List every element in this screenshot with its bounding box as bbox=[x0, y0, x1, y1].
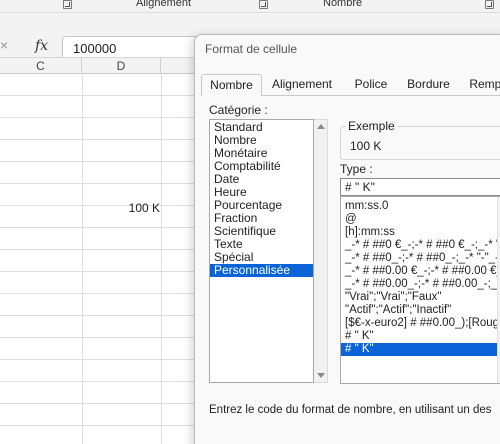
column-header-d[interactable]: D bbox=[82, 58, 161, 74]
hint-text: Entrez le code du format de nombre, en u… bbox=[209, 404, 492, 416]
type-label: Type : bbox=[340, 162, 373, 176]
category-item[interactable]: Personnalisée bbox=[210, 264, 313, 277]
function-icon[interactable]: fx bbox=[35, 38, 48, 54]
format-item[interactable]: _-* # ##0_-;-* # ##0_-;_-* "-"_-;_-@_- bbox=[341, 252, 499, 265]
format-item[interactable]: _-* # ##0.00 €_-;-* # ##0.00 €_-;_-* "-"… bbox=[341, 265, 499, 278]
scroll-down-icon[interactable] bbox=[317, 373, 325, 378]
ribbon-group-alignment: Alignement bbox=[136, 0, 192, 9]
format-item[interactable]: @ bbox=[341, 213, 499, 226]
format-items: mm:ss.0 @ [h]:mm:ss _-* # ##0 €_-;-* # ##0 … bbox=[341, 200, 499, 356]
format-item[interactable]: "Vrai";"Vrai";"Faux" bbox=[341, 291, 499, 304]
tab-border[interactable]: Bordure bbox=[401, 74, 456, 96]
sample-label: Exemple bbox=[346, 119, 397, 133]
category-scrollbar[interactable] bbox=[314, 119, 328, 383]
format-item[interactable]: mm:ss.0 bbox=[341, 200, 499, 213]
ribbon-strip: Alignement Nombre bbox=[0, 0, 500, 13]
tab-number[interactable]: Nombre bbox=[201, 74, 262, 97]
ribbon-group-number: Nombre bbox=[323, 0, 363, 9]
type-input[interactable]: # " K" bbox=[340, 178, 500, 196]
format-item[interactable]: _-* # ##0 €_-;-* # ##0 €_-;_-* "-" €_-;_… bbox=[341, 239, 499, 252]
format-item[interactable]: [h]:mm:ss bbox=[341, 226, 499, 239]
category-label: Catégorie : bbox=[209, 103, 268, 117]
dialog-launcher-icon[interactable] bbox=[63, 0, 72, 9]
cell-d-value[interactable]: 100 K bbox=[82, 201, 160, 215]
dialog-tabs: Nombre Alignement Police Bordure Remplis bbox=[201, 74, 500, 97]
scroll-up-icon[interactable] bbox=[317, 124, 325, 129]
dialog-title: Format de cellule bbox=[205, 42, 298, 56]
format-item[interactable]: # " K" bbox=[341, 330, 499, 343]
sample-value: 100 K bbox=[350, 139, 382, 153]
category-list[interactable]: Standard Nombre Monétaire Comptabilité Date H… bbox=[209, 119, 314, 383]
format-list[interactable]: mm:ss.0 @ [h]:mm:ss _-* # ##0 €_-;-* # ##0 … bbox=[340, 196, 500, 384]
gridline bbox=[82, 74, 83, 444]
number-launcher-icon[interactable] bbox=[485, 0, 494, 9]
cancel-icon[interactable]: × bbox=[0, 37, 8, 53]
tab-font[interactable]: Police bbox=[346, 74, 396, 96]
format-item[interactable]: [$€-x-euro2] # ##0.00_);[Rouge] bbox=[341, 317, 499, 330]
alignment-launcher-icon[interactable] bbox=[259, 0, 268, 9]
format-item[interactable]: "Actif";"Actif";"Inactif" bbox=[341, 304, 499, 317]
column-header-c[interactable]: C bbox=[0, 58, 82, 74]
format-item[interactable]: _-* # ##0.00_-;-* # ##0.00_-;_-* "-"??_-… bbox=[341, 278, 499, 291]
tab-fill[interactable]: Remplis bbox=[461, 74, 500, 96]
gridline bbox=[161, 74, 162, 444]
format-item[interactable]: # " K" bbox=[341, 343, 499, 356]
tab-alignment[interactable]: Alignement bbox=[264, 74, 340, 96]
